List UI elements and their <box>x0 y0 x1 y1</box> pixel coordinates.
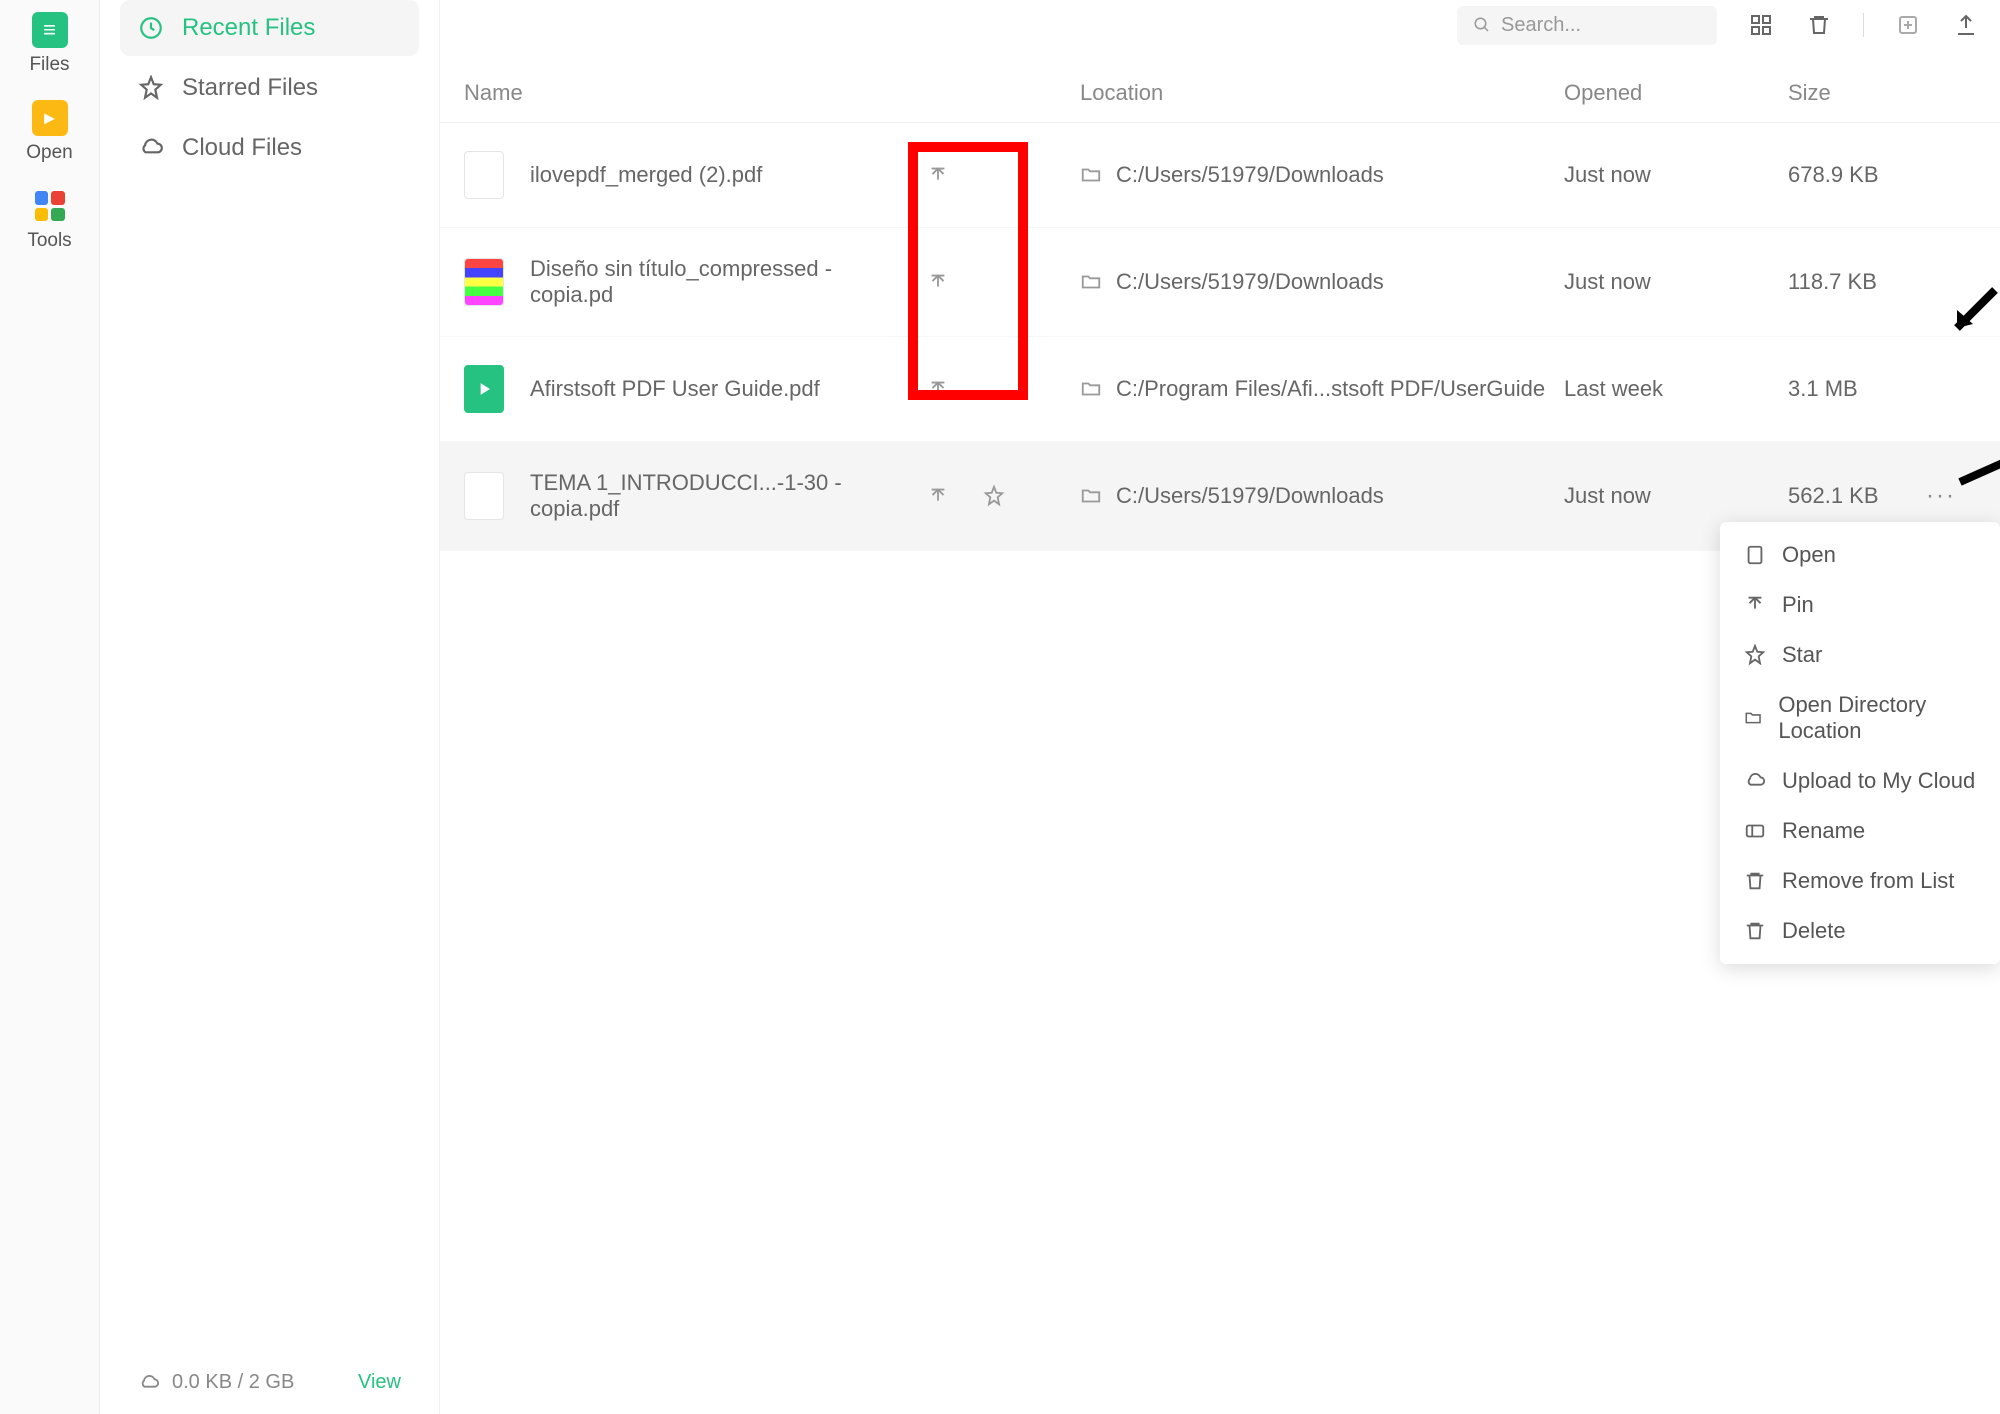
menu-delete[interactable]: Delete <box>1720 906 2000 956</box>
file-thumbnail <box>464 365 504 413</box>
rail-files[interactable]: Files <box>0 0 99 88</box>
file-size: 3.1 MB <box>1788 376 1918 402</box>
sidebar-recent-label: Recent Files <box>182 14 315 42</box>
file-opened: Just now <box>1564 483 1788 509</box>
search-placeholder: Search... <box>1501 14 1581 37</box>
pin-icon[interactable] <box>927 164 949 186</box>
open-folder-icon <box>32 100 68 136</box>
file-opened: Just now <box>1564 269 1788 295</box>
menu-rename[interactable]: Rename <box>1720 806 2000 856</box>
column-location[interactable]: Location <box>1080 80 1564 106</box>
clock-icon <box>138 15 164 41</box>
trash-icon[interactable] <box>1805 11 1833 39</box>
sidebar-starred-label: Starred Files <box>182 74 318 102</box>
cloud-icon <box>138 1372 160 1394</box>
file-location: C:/Users/51979/Downloads <box>1080 269 1564 295</box>
file-row[interactable]: Diseño sin título_compressed - copia.pd C… <box>440 228 2000 337</box>
left-rail: Files Open Tools <box>0 0 100 1414</box>
folder-icon <box>1080 485 1102 507</box>
file-location: C:/Program Files/Afi...stsoft PDF/UserGu… <box>1080 376 1564 402</box>
rail-open-label: Open <box>26 142 72 164</box>
cloud-icon <box>1744 770 1766 792</box>
file-icon <box>1744 544 1766 566</box>
rail-open[interactable]: Open <box>0 88 99 176</box>
upload-icon[interactable] <box>1952 11 1980 39</box>
menu-star[interactable]: Star <box>1720 630 2000 680</box>
rail-files-label: Files <box>29 54 69 76</box>
folder-icon <box>1744 707 1762 729</box>
toolbar-icons <box>1747 11 1980 39</box>
pin-icon[interactable] <box>927 485 949 507</box>
file-location: C:/Users/51979/Downloads <box>1080 483 1564 509</box>
file-opened: Just now <box>1564 162 1788 188</box>
file-opened: Last week <box>1564 376 1788 402</box>
star-icon <box>1744 644 1766 666</box>
storage-bar: 0.0 KB / 2 GB View <box>120 1359 419 1414</box>
sidebar-recent-files[interactable]: Recent Files <box>120 0 419 56</box>
file-thumbnail <box>464 151 504 199</box>
cloud-icon <box>138 135 164 161</box>
menu-remove[interactable]: Remove from List <box>1720 856 2000 906</box>
rail-tools[interactable]: Tools <box>0 176 99 264</box>
column-opened[interactable]: Opened <box>1564 80 1788 106</box>
file-row[interactable]: ilovepdf_merged (2).pdf C:/Users/51979/Do… <box>440 123 2000 228</box>
folder-icon <box>1080 164 1102 186</box>
search-input[interactable]: Search... <box>1457 6 1717 45</box>
new-file-icon[interactable] <box>1894 11 1922 39</box>
file-name: ilovepdf_merged (2).pdf <box>530 162 910 188</box>
file-list: ilovepdf_merged (2).pdf C:/Users/51979/Do… <box>440 123 2000 551</box>
toolbar: Search... <box>440 0 2000 50</box>
file-name: Afirstsoft PDF User Guide.pdf <box>530 376 910 402</box>
file-size: 678.9 KB <box>1788 162 1918 188</box>
main-area: Search... Name Location Opened Size ilov… <box>440 0 2000 1414</box>
file-thumbnail <box>464 472 504 520</box>
file-thumbnail <box>464 258 504 306</box>
file-name: TEMA 1_INTRODUCCI...-1-30 - copia.pdf <box>530 470 910 522</box>
trash-icon <box>1744 920 1766 942</box>
storage-view-link[interactable]: View <box>358 1371 401 1394</box>
file-location: C:/Users/51979/Downloads <box>1080 162 1564 188</box>
pin-icon <box>1744 594 1766 616</box>
files-icon <box>32 12 68 48</box>
file-name: Diseño sin título_compressed - copia.pd <box>530 256 910 308</box>
sidebar: Recent Files Starred Files Cloud Files 0… <box>100 0 440 1414</box>
table-header: Name Location Opened Size <box>440 50 2000 123</box>
menu-open-directory[interactable]: Open Directory Location <box>1720 680 2000 756</box>
pin-icon[interactable] <box>927 271 949 293</box>
storage-usage: 0.0 KB / 2 GB <box>172 1371 294 1394</box>
rename-icon <box>1744 820 1766 842</box>
folder-icon <box>1080 271 1102 293</box>
file-size: 118.7 KB <box>1788 269 1918 295</box>
tools-icon <box>32 188 68 224</box>
menu-pin[interactable]: Pin <box>1720 580 2000 630</box>
folder-icon <box>1080 378 1102 400</box>
toolbar-divider <box>1863 13 1864 37</box>
sidebar-cloud-label: Cloud Files <box>182 134 302 162</box>
grid-view-icon[interactable] <box>1747 11 1775 39</box>
menu-upload-cloud[interactable]: Upload to My Cloud <box>1720 756 2000 806</box>
star-icon[interactable] <box>983 485 1005 507</box>
more-actions-button[interactable]: ··· <box>1926 482 1976 510</box>
pin-icon[interactable] <box>927 378 949 400</box>
context-menu: Open Pin Star Open Directory Location Up… <box>1720 522 2000 964</box>
menu-open[interactable]: Open <box>1720 530 2000 580</box>
remove-icon <box>1744 870 1766 892</box>
sidebar-cloud-files[interactable]: Cloud Files <box>120 120 419 176</box>
star-icon <box>138 75 164 101</box>
column-name[interactable]: Name <box>464 80 1080 106</box>
file-size: 562.1 KB <box>1788 483 1918 509</box>
sidebar-starred-files[interactable]: Starred Files <box>120 60 419 116</box>
rail-tools-label: Tools <box>27 230 71 252</box>
search-icon <box>1473 16 1491 34</box>
file-row[interactable]: Afirstsoft PDF User Guide.pdf C:/Program … <box>440 337 2000 442</box>
column-size[interactable]: Size <box>1788 80 1976 106</box>
